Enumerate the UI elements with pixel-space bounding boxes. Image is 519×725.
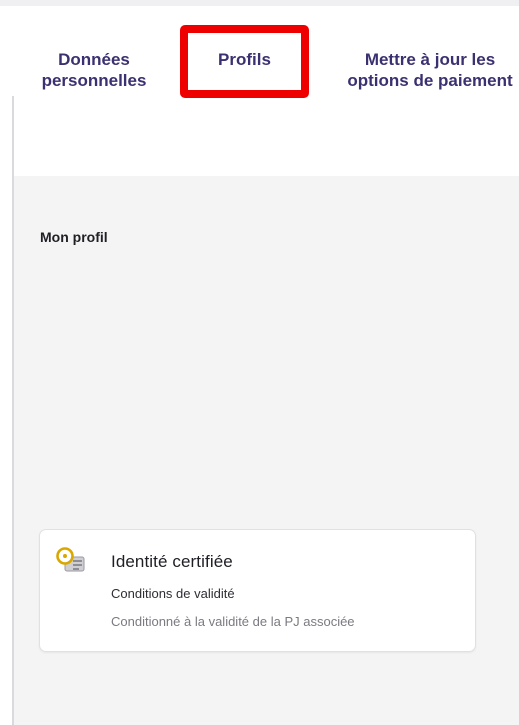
section-title: Mon profil bbox=[40, 229, 108, 245]
content-header-band bbox=[14, 110, 519, 176]
certified-id-icon bbox=[54, 547, 88, 577]
tab-update-payment[interactable]: Mettre à jour les options de paiement bbox=[330, 49, 519, 91]
top-divider bbox=[0, 0, 519, 6]
card-subtitle: Conditions de validité bbox=[111, 586, 235, 601]
tab-update-payment-line2: options de paiement bbox=[347, 71, 513, 90]
tab-profiles-label: Profils bbox=[218, 50, 271, 69]
tab-profiles[interactable]: Profils bbox=[180, 25, 309, 98]
certified-identity-card[interactable]: Identité certifiée Conditions de validit… bbox=[39, 529, 476, 652]
card-title: Identité certifiée bbox=[111, 552, 233, 571]
card-description: Conditionné à la validité de la PJ assoc… bbox=[111, 614, 355, 629]
tab-personal-data-line2: personnelles bbox=[41, 71, 147, 90]
tab-personal-data-line1: Données bbox=[58, 50, 130, 69]
tab-update-payment-line1: Mettre à jour les bbox=[364, 50, 496, 69]
tab-personal-data[interactable]: Données personnelles bbox=[30, 49, 158, 91]
left-rail bbox=[0, 96, 14, 725]
